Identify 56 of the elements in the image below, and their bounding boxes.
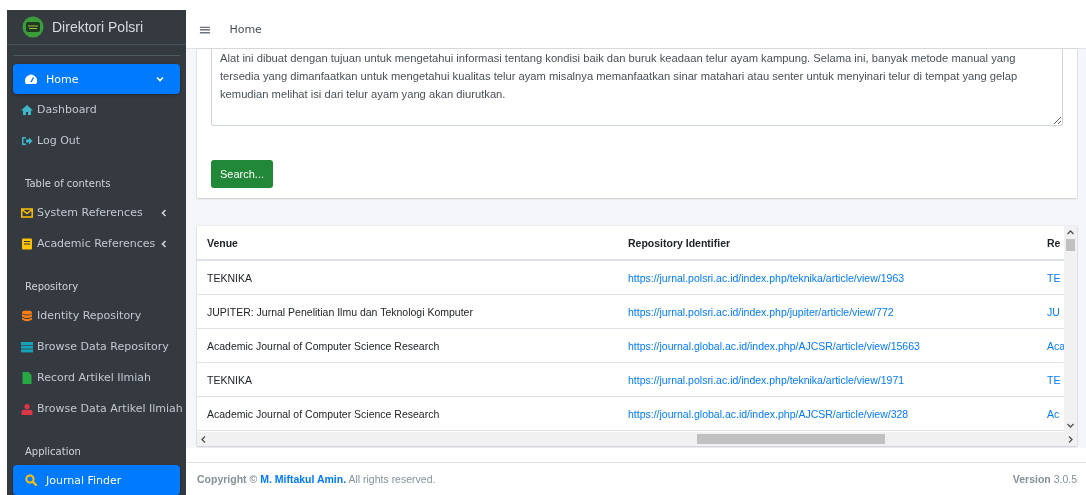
house-icon [21,103,33,116]
column-header[interactable]: Venue [197,236,618,249]
column-header[interactable]: Re [1037,236,1064,249]
table-link[interactable]: https://journal.global.ac.id/index.php/AJCSR/article/view/328 [618,407,1037,420]
table-link[interactable]: https://journal.global.ac.id/index.php/AJCSR/article/view/15663 [618,339,1037,352]
chevron-left-icon [160,239,168,248]
table-cell-text: Academic Journal of Computer Science Research [206,407,441,420]
nav-item[interactable]: System References [13,197,180,228]
table-cell-text: TEKNIKA [206,271,253,284]
breadcrumb[interactable]: Home [229,22,262,36]
nav-section-header: Application [24,445,82,459]
person-icon [21,402,33,415]
table-cell-text: JUPITER: Jurnal Penelitian Ilmu dan Teknologi Komputer [206,305,474,318]
server-icon [21,340,33,353]
menu-button[interactable]: ≡ [198,19,212,39]
chevron-down-icon [156,75,164,83]
exit-icon [21,134,33,147]
document-icon [21,371,33,384]
table-link[interactable]: https://jurnal.polsri.ac.id/index.php/teknika/article/view/1963 [618,271,1037,284]
table-cell-text: Academic Journal of Computer Science Research [206,339,441,352]
nav-item[interactable]: Browse Data Artikel Ilmiah [13,393,180,424]
version-text: Version 3.0.5 [1012,473,1077,485]
copyright-text: Copyright © M. Miftakul Amin. All rights reserved. [197,473,436,485]
table-link[interactable]: TE [1037,373,1064,386]
nav-item[interactable]: Record Artikel Ilmiah [13,362,180,393]
table-link[interactable]: https://jurnal.polsri.ac.id/index.php/jupiter/article/view/772 [618,305,1037,318]
search-button[interactable]: Search... [211,160,274,188]
scroll-thumb[interactable] [1066,239,1075,251]
scroll-thumb[interactable] [696,434,885,444]
brand-title[interactable]: Direktori Polsri [52,19,143,35]
nav-item[interactable]: Identity Repository [13,300,180,331]
nav-item[interactable]: Browse Data Repository [13,331,180,362]
nav-section-header: Repository [24,280,80,294]
gauge-icon [25,73,37,85]
logo-icon [22,16,44,38]
envelope-icon [21,206,33,219]
vertical-scrollbar[interactable] [1064,226,1077,432]
nav-item[interactable]: Dashboard [13,94,180,125]
text-area[interactable]: Alat ini dibuat dengan tujuan untuk mengetahui informasi tentang kondisi baik dan buruk keadaan telur ayam kampung. Selama ini, banyak metode manual yang tersedia yang dimanfaatkan untuk mengetahui kualitas telur ayam misalnya memanfaatkan sinar matahari atau senter untuk menyinari telur di tempat yang gelap kemudian melihat isi dari telur ayam yang akan diurutkan. [211,49,1063,126]
nav-item[interactable]: Log Out [13,125,180,156]
database-icon [21,309,33,322]
nav-item[interactable]: Home [13,64,180,94]
search-icon [25,474,37,486]
table-link[interactable]: https://jurnal.polsri.ac.id/index.php/teknika/article/view/1971 [618,373,1037,386]
horizontal-scrollbar[interactable] [197,432,1077,446]
chevron-left-icon [160,208,168,217]
nav-item[interactable]: Journal Finder [13,465,180,495]
column-header[interactable]: Repository Identifier [618,236,1037,249]
table-link[interactable]: JU [1037,305,1064,318]
table-cell-text: TEKNIKA [206,373,253,386]
table-link[interactable]: TE [1037,271,1064,284]
nav-section-header: Table of contents [24,177,112,191]
author-link[interactable]: M. Miftakul Amin. [260,473,347,485]
book-icon [21,237,33,250]
table-link[interactable]: Ac [1037,407,1064,420]
nav-item[interactable]: Academic References [13,228,180,259]
